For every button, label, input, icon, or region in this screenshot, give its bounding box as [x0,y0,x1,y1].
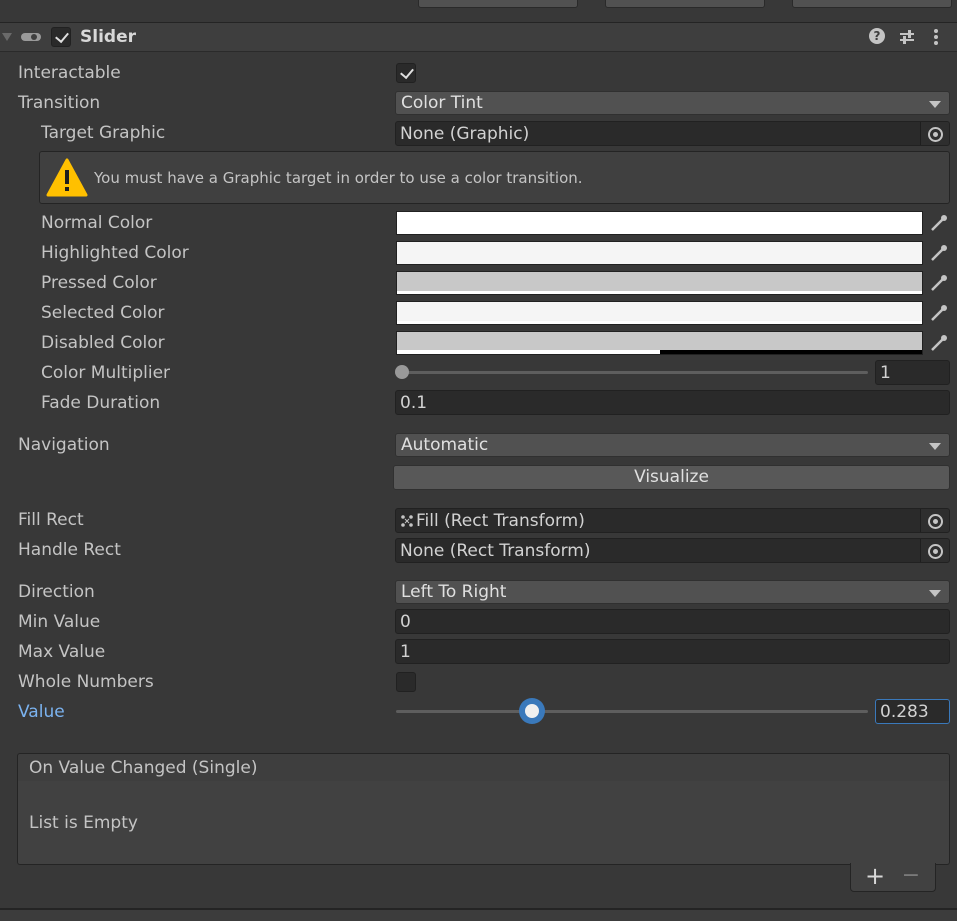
eyedropper-icon[interactable] [925,241,953,265]
min-value-value: 0 [400,612,411,632]
bottom-strip [0,910,957,921]
navigation-label: Navigation [18,435,110,455]
eyedropper-icon[interactable] [925,331,953,355]
fade-duration-label: Fade Duration [41,393,161,413]
max-value-value: 1 [400,642,411,662]
color-multiplier-input[interactable]: 1 [875,360,950,385]
navigation-value: Automatic [401,435,489,455]
normal-color-field[interactable] [396,211,923,235]
direction-dropdown[interactable]: Left To Right [395,580,950,604]
fade-duration-value: 0.1 [400,393,428,413]
eyedropper-icon[interactable] [925,211,953,235]
min-value-label: Min Value [18,612,101,632]
component-title: Slider [80,27,136,47]
direction-value: Left To Right [401,582,507,602]
pressed-color-field[interactable] [396,271,923,295]
highlighted-color-label: Highlighted Color [41,243,189,263]
whole-numbers-checkbox[interactable] [396,672,416,692]
target-graphic-value: None (Graphic) [400,124,530,144]
color-multiplier-track[interactable] [400,371,868,374]
highlighted-color-field[interactable] [396,241,923,265]
value-slider-handle[interactable] [519,698,545,724]
interactable-checkbox[interactable] [396,63,416,83]
max-value-label: Max Value [18,642,106,662]
transition-label: Transition [18,93,101,113]
fill-rect-value: Fill (Rect Transform) [416,511,585,531]
top-button-3[interactable] [792,0,952,8]
min-value-input[interactable]: 0 [395,609,950,634]
target-graphic-label: Target Graphic [41,123,166,143]
value-label: Value [18,702,65,722]
event-list-body: List is Empty [17,781,950,865]
on-value-changed-header: On Value Changed (Single) [17,753,950,782]
component-header[interactable]: Slider ? [0,23,957,52]
disabled-color-label: Disabled Color [41,333,165,353]
visualize-label: Visualize [634,467,709,487]
object-picker-button[interactable] [920,509,949,532]
transition-value: Color Tint [401,93,483,113]
object-picker-button[interactable] [920,122,949,145]
fade-duration-input[interactable]: 0.1 [395,390,950,415]
normal-color-label: Normal Color [41,213,153,233]
fill-rect-field[interactable]: Fill (Rect Transform) [395,508,950,533]
top-button-1[interactable] [418,0,578,8]
warning-text: You must have a Graphic target in order … [94,169,583,187]
on-value-changed-title: On Value Changed (Single) [29,758,258,778]
event-list-footer: + − [850,863,936,892]
direction-label: Direction [18,582,95,602]
max-value-input[interactable]: 1 [395,639,950,664]
visualize-button[interactable]: Visualize [393,465,950,490]
remove-listener-button[interactable]: − [899,863,923,889]
handle-rect-field[interactable]: None (Rect Transform) [395,538,950,563]
handle-rect-value: None (Rect Transform) [400,541,591,561]
disabled-color-field[interactable] [396,331,923,355]
rect-transform-icon [401,515,413,527]
value-input-value: 0.283 [880,702,929,722]
chevron-down-icon [929,101,941,108]
value-track[interactable] [396,710,868,713]
kebab-menu-icon[interactable] [930,28,942,46]
target-graphic-field[interactable]: None (Graphic) [395,121,950,146]
object-picker-icon [928,544,943,559]
warning-icon [46,158,88,197]
eyedropper-icon[interactable] [925,271,953,295]
selected-color-label: Selected Color [41,303,165,323]
fill-rect-label: Fill Rect [18,510,84,530]
slider-component-icon [21,33,41,41]
help-icon[interactable]: ? [869,28,885,44]
color-multiplier-handle[interactable] [395,365,409,379]
navigation-dropdown[interactable]: Automatic [395,433,950,457]
object-picker-button[interactable] [920,539,949,562]
interactable-label: Interactable [18,63,121,83]
transition-dropdown[interactable]: Color Tint [395,91,950,115]
chevron-down-icon [929,590,941,597]
whole-numbers-label: Whole Numbers [18,672,154,692]
foldout-arrow-icon[interactable] [2,33,12,41]
color-multiplier-value: 1 [880,363,891,383]
color-multiplier-label: Color Multiplier [41,363,171,383]
warning-helpbox: You must have a Graphic target in order … [39,151,950,204]
selected-color-field[interactable] [396,301,923,325]
top-button-2[interactable] [605,0,765,8]
eyedropper-icon[interactable] [925,301,953,325]
preset-sliders-icon[interactable] [898,28,916,46]
object-picker-icon [928,514,943,529]
object-picker-icon [928,127,943,142]
value-input[interactable]: 0.283 [875,699,950,724]
handle-rect-label: Handle Rect [18,540,121,560]
component-enabled-checkbox[interactable] [51,27,71,47]
chevron-down-icon [929,443,941,450]
add-listener-button[interactable]: + [863,863,887,889]
pressed-color-label: Pressed Color [41,273,157,293]
list-empty-text: List is Empty [29,813,138,833]
